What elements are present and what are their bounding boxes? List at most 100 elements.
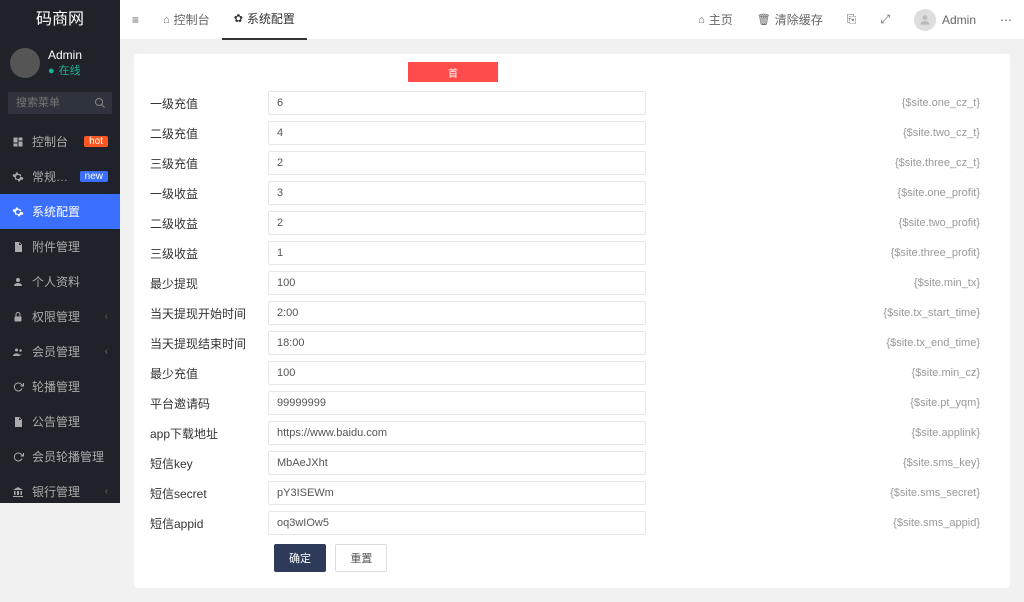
form-label: 短信key	[144, 455, 268, 472]
search-box	[8, 92, 112, 114]
trash-icon: 🗑	[757, 13, 771, 26]
tab-0[interactable]: ⌂控制台	[151, 0, 222, 40]
form-hint: {$site.sms_key}	[903, 457, 1000, 469]
user-block: Admin 在线	[0, 40, 120, 86]
fullscreen-icon[interactable]: ⤢	[868, 0, 902, 40]
form-label: 平台邀请码	[144, 395, 268, 412]
form-row-9: 最少充值{$site.min_cz}	[134, 358, 1010, 388]
red-banner: 首	[408, 62, 498, 82]
tab-icon: ✿	[234, 12, 243, 25]
form-label: 一级收益	[144, 185, 268, 202]
user-icon	[914, 9, 936, 31]
form-label: 当天提现开始时间	[144, 305, 268, 322]
form-input-3[interactable]	[268, 181, 646, 205]
form-label: 二级收益	[144, 215, 268, 232]
form-input-7[interactable]	[268, 301, 646, 325]
sidebar-item-9[interactable]: 会员轮播管理	[0, 439, 120, 474]
sidebar-item-label: 权限管理	[32, 308, 105, 325]
form-hint: {$site.min_cz}	[912, 367, 1000, 379]
form-input-10[interactable]	[268, 391, 646, 415]
form-row-1: 二级充值{$site.two_cz_t}	[134, 118, 1010, 148]
form-label: 当天提现结束时间	[144, 335, 268, 352]
form-row-14: 短信appid {$site.sms_appid}	[134, 508, 1010, 538]
topbar: ≡ ⌂控制台✿系统配置 ⌂主页 🗑清除缓存 ⎘ ⤢ Admin ⋯	[120, 0, 1024, 40]
form-input-8[interactable]	[268, 331, 646, 355]
tab-label: 系统配置	[247, 10, 295, 27]
form-input-4[interactable]	[268, 211, 646, 235]
loop-icon	[12, 381, 26, 393]
form-row-10: 平台邀请码 {$site.pt_yqm}	[134, 388, 1010, 418]
tab-label: 控制台	[174, 11, 210, 28]
sidebar-item-7[interactable]: 轮播管理	[0, 369, 120, 404]
form-input-13[interactable]	[268, 481, 646, 505]
content: 首 一级充值{$site.one_cz_t}二级充值{$site.two_cz_…	[120, 40, 1024, 602]
form-input-1[interactable]	[268, 121, 646, 145]
form-input-11[interactable]	[268, 421, 646, 445]
form-label: 短信appid	[144, 515, 268, 532]
form-input-14[interactable]	[268, 511, 646, 535]
sidebar-item-8[interactable]: 公告管理	[0, 404, 120, 439]
submit-button[interactable]: 确定	[274, 544, 326, 572]
reset-button[interactable]: 重置	[335, 544, 387, 572]
form-input-6[interactable]	[268, 271, 646, 295]
form-hint: {$site.pt_yqm}	[910, 397, 1000, 409]
sidebar-item-10[interactable]: 银行管理‹	[0, 474, 120, 503]
sidebar: 码商网 Admin 在线 控制台hot常规管理new系统配置附件管理个人资料权限…	[0, 0, 120, 503]
sidebar-item-label: 常规管理	[32, 168, 80, 185]
form-label: 二级充值	[144, 125, 268, 142]
form-hint: {$site.one_cz_t}	[902, 97, 1000, 109]
chevron-left-icon: ‹	[105, 346, 108, 357]
form-row-7: 当天提现开始时间{$site.tx_start_time}	[134, 298, 1010, 328]
form-hint: {$site.two_profit}	[899, 217, 1000, 229]
sidebar-item-6[interactable]: 会员管理‹	[0, 334, 120, 369]
chevron-left-icon: ‹	[105, 486, 108, 497]
sidebar-item-1[interactable]: 常规管理new	[0, 159, 120, 194]
form-input-2[interactable]	[268, 151, 646, 175]
form-label: 短信secret	[144, 485, 268, 502]
avatar[interactable]	[10, 48, 40, 78]
sidebar-item-3[interactable]: 附件管理	[0, 229, 120, 264]
gear-icon	[12, 171, 26, 183]
menu: 控制台hot常规管理new系统配置附件管理个人资料权限管理‹会员管理‹轮播管理公…	[0, 124, 120, 503]
sidebar-item-0[interactable]: 控制台hot	[0, 124, 120, 159]
user-icon	[12, 276, 26, 288]
hamburger-icon[interactable]: ≡	[120, 0, 151, 40]
tab-1[interactable]: ✿ 系统配置	[222, 0, 307, 40]
form-input-12[interactable]	[268, 451, 646, 475]
home-link[interactable]: ⌂主页	[686, 0, 745, 40]
form-input-5[interactable]	[268, 241, 646, 265]
form-row-5: 三级收益{$site.three_profit}	[134, 238, 1010, 268]
form-input-0[interactable]	[268, 91, 646, 115]
home-icon: ⌂	[698, 14, 705, 26]
more-icon[interactable]: ⋯	[988, 0, 1024, 40]
form-label: 最少提现	[144, 275, 268, 292]
form-hint: {$site.tx_end_time}	[886, 337, 1000, 349]
search-input[interactable]	[8, 92, 88, 114]
form-row-11: app下载地址{$site.applink}	[134, 418, 1010, 448]
users-icon	[12, 346, 26, 358]
lock-icon	[12, 311, 26, 323]
chevron-left-icon: ‹	[105, 311, 108, 322]
form-hint: {$site.applink}	[912, 427, 1001, 439]
form-hint: {$site.sms_appid}	[893, 517, 1000, 529]
form-hint: {$site.three_profit}	[891, 247, 1000, 259]
sidebar-item-4[interactable]: 个人资料	[0, 264, 120, 299]
admin-menu[interactable]: Admin	[902, 0, 988, 40]
form-row-0: 一级充值{$site.one_cz_t}	[134, 88, 1010, 118]
dash-icon	[12, 136, 26, 148]
user-name: Admin	[48, 48, 82, 62]
loop-icon	[12, 451, 26, 463]
form-label: 三级充值	[144, 155, 268, 172]
doc-icon	[12, 241, 26, 253]
search-icon[interactable]	[88, 92, 112, 114]
form-row-13: 短信secret{$site.sms_secret}	[134, 478, 1010, 508]
sidebar-item-5[interactable]: 权限管理‹	[0, 299, 120, 334]
badge-new: new	[80, 171, 108, 182]
brand-logo: 码商网	[0, 0, 120, 40]
sidebar-item-2[interactable]: 系统配置	[0, 194, 120, 229]
form-row-3: 一级收益{$site.one_profit}	[134, 178, 1010, 208]
clear-cache-link[interactable]: 🗑清除缓存	[745, 0, 835, 40]
gear-icon	[12, 206, 26, 218]
copy-icon[interactable]: ⎘	[835, 0, 869, 40]
form-input-9[interactable]	[268, 361, 646, 385]
